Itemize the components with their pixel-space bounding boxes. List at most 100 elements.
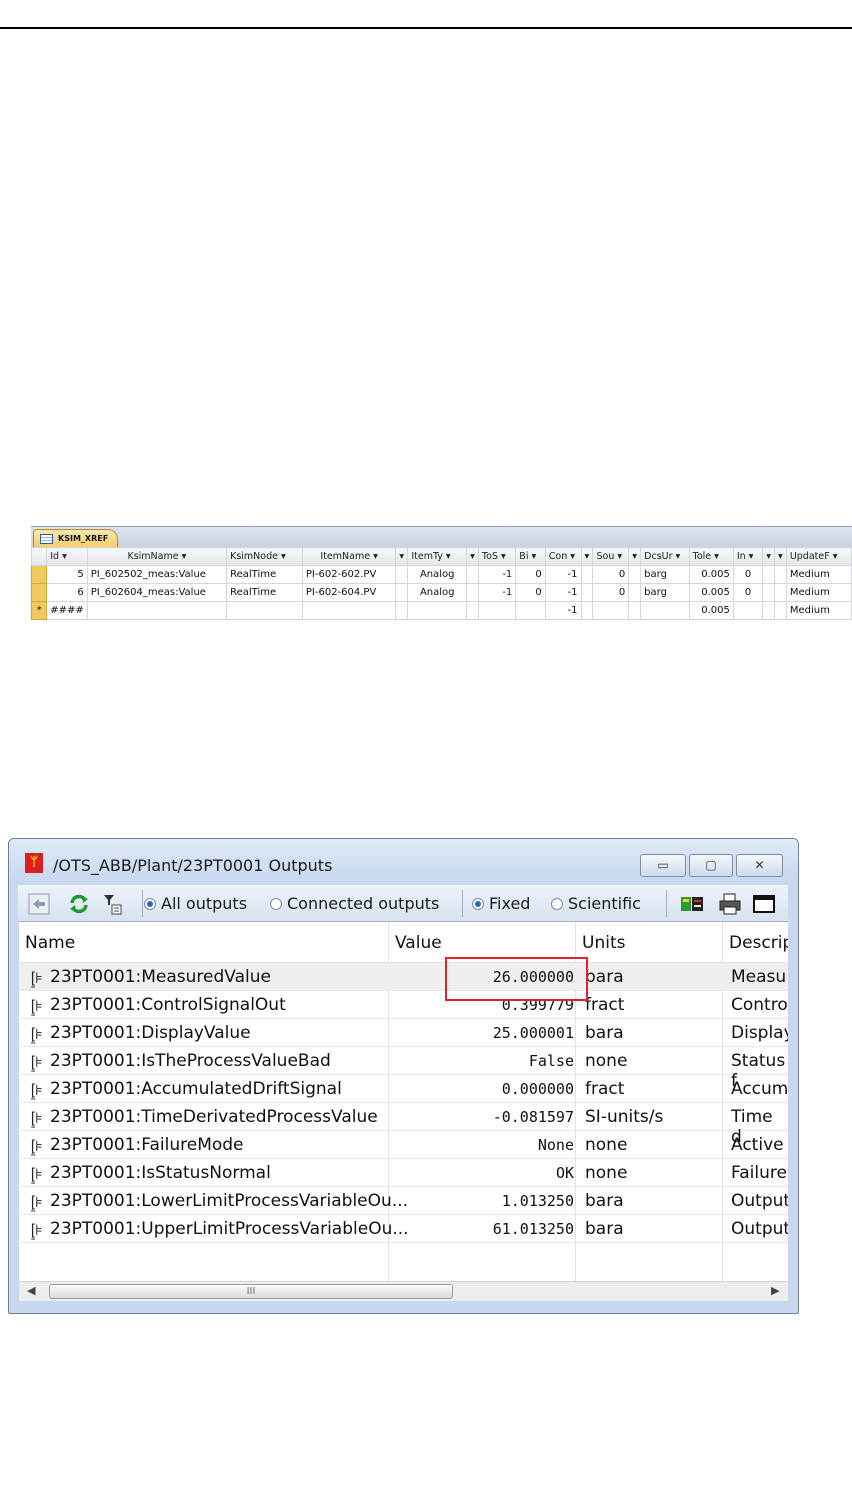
column-header[interactable]: KsimNode ▾ <box>226 547 303 566</box>
column-header[interactable]: ▾ <box>762 547 776 566</box>
row-selector[interactable] <box>30 583 48 602</box>
horizontal-scrollbar[interactable]: ◀ III ▶ <box>19 1281 788 1301</box>
output-row[interactable]: ⦋⊧ 23PT0001:IsTheProcessValueBad False none… <box>19 1047 788 1091</box>
table-cell[interactable]: Medium <box>785 583 852 602</box>
table-cell[interactable]: -1 <box>544 583 582 602</box>
table-cell[interactable]: barg <box>640 565 690 584</box>
table-cell[interactable] <box>395 565 409 584</box>
table-cell[interactable]: PI-602-604.PV <box>301 583 397 602</box>
output-row[interactable]: ⦋⊧ 23PT0001:UpperLimitProcessVariableOu..… <box>19 1215 788 1243</box>
output-row[interactable]: ⦋⊧ 23PT0001:DisplayValue 25.000001 bara Disp… <box>19 1019 788 1047</box>
column-header[interactable]: ▾ <box>774 547 787 566</box>
table-cell[interactable]: RealTime <box>226 565 303 584</box>
tab-ksim-xref[interactable]: KSIM_XREF <box>33 529 118 547</box>
column-header[interactable]: ItemTy ▾ <box>407 547 468 566</box>
table-cell[interactable] <box>762 565 776 584</box>
table-cell[interactable]: 0 <box>592 565 630 584</box>
output-row[interactable]: ⦋⊧ 23PT0001:AccumulatedDriftSignal 0.00000… <box>19 1075 788 1103</box>
new-record-marker[interactable]: * <box>30 601 48 620</box>
output-row[interactable]: ⦋⊧ 23PT0001:ControlSignalOut 0.399779 fract… <box>19 991 788 1019</box>
column-header-name[interactable]: Name <box>25 933 75 953</box>
window-titlebar[interactable]: ᛘ /OTS_ABB/Plant/23PT0001 Outputs ▭ ▢ ✕ <box>9 839 798 885</box>
table-cell[interactable]: -1 <box>544 565 582 584</box>
maximize-button[interactable]: ▢ <box>689 854 733 877</box>
export-button[interactable] <box>680 885 706 922</box>
column-header-value[interactable]: Value <box>395 933 442 953</box>
output-row[interactable]: ⦋⊧ 23PT0001:LowerLimitProcessVariableOu..… <box>19 1187 788 1215</box>
table-cell[interactable]: Analog <box>407 583 468 602</box>
close-button[interactable]: ✕ <box>736 854 783 877</box>
table-cell[interactable] <box>762 601 776 620</box>
table-cell[interactable] <box>640 601 690 620</box>
table-cell[interactable] <box>580 565 594 584</box>
scrollbar-thumb[interactable]: III <box>49 1284 453 1299</box>
minimize-button[interactable]: ▭ <box>640 854 686 877</box>
column-header[interactable]: Id ▾ <box>46 547 88 566</box>
column-header[interactable]: Tole ▾ <box>688 547 734 566</box>
output-row[interactable]: ⦋⊧ 23PT0001:FailureMode None none Active <box>19 1131 788 1159</box>
output-row[interactable]: ⦋⊧ 23PT0001:TimeDerivatedProcessValue -0.0… <box>19 1103 788 1147</box>
window-view-button[interactable] <box>753 885 779 922</box>
column-header-description[interactable]: Descrip <box>729 933 788 953</box>
column-header[interactable]: KsimName ▾ <box>86 547 228 566</box>
table-cell[interactable]: 0.005 <box>688 565 734 584</box>
table-cell[interactable] <box>580 601 594 620</box>
table-cell[interactable] <box>477 601 517 620</box>
table-cell[interactable]: -1 <box>544 601 582 620</box>
table-cell[interactable] <box>580 583 594 602</box>
scroll-right-arrow-icon[interactable]: ▶ <box>771 1284 779 1297</box>
table-cell[interactable] <box>628 601 642 620</box>
table-cell[interactable]: Medium <box>785 565 852 584</box>
table-cell[interactable]: -1 <box>477 583 517 602</box>
table-cell[interactable] <box>628 583 642 602</box>
table-cell[interactable] <box>774 583 787 602</box>
table-cell[interactable] <box>515 601 546 620</box>
print-button[interactable] <box>718 885 744 922</box>
select-all-cell[interactable] <box>30 547 48 566</box>
column-header[interactable]: In ▾ <box>732 547 764 566</box>
table-cell[interactable] <box>774 565 787 584</box>
column-header[interactable]: Con ▾ <box>544 547 582 566</box>
table-cell[interactable] <box>466 601 479 620</box>
table-cell[interactable] <box>226 601 303 620</box>
back-button[interactable] <box>28 885 52 922</box>
column-header[interactable]: ToS ▾ <box>477 547 517 566</box>
column-header[interactable]: UpdateF ▾ <box>785 547 852 566</box>
column-header[interactable]: ItemName ▾ <box>301 547 397 566</box>
table-cell[interactable] <box>466 565 479 584</box>
all-outputs-radio[interactable]: All outputs <box>144 885 247 922</box>
table-cell[interactable]: 0.005 <box>688 601 734 620</box>
table-cell[interactable] <box>395 601 409 620</box>
table-cell[interactable] <box>628 565 642 584</box>
table-cell[interactable]: 0.005 <box>688 583 734 602</box>
column-header[interactable]: ▾ <box>466 547 479 566</box>
table-cell[interactable] <box>301 601 397 620</box>
table-cell[interactable]: 0 <box>515 583 546 602</box>
column-header[interactable]: ▾ <box>628 547 642 566</box>
table-cell[interactable] <box>774 601 787 620</box>
table-cell[interactable]: -1 <box>477 565 517 584</box>
column-header[interactable]: ▾ <box>395 547 409 566</box>
column-header[interactable]: ▾ <box>580 547 594 566</box>
table-cell[interactable]: barg <box>640 583 690 602</box>
table-cell[interactable] <box>407 601 468 620</box>
column-header[interactable]: Sou ▾ <box>592 547 630 566</box>
scroll-left-arrow-icon[interactable]: ◀ <box>27 1284 35 1297</box>
connected-outputs-radio[interactable]: Connected outputs <box>270 885 439 922</box>
column-header-units[interactable]: Units <box>582 933 625 953</box>
table-cell[interactable]: 0 <box>592 583 630 602</box>
table-cell[interactable] <box>395 583 409 602</box>
table-cell[interactable]: #### <box>46 601 88 620</box>
column-header[interactable]: Bi ▾ <box>515 547 546 566</box>
table-cell[interactable]: PI-602-602.PV <box>301 565 397 584</box>
row-selector[interactable] <box>30 565 48 584</box>
refresh-button[interactable] <box>68 885 92 922</box>
table-cell[interactable]: 0 <box>732 583 764 602</box>
table-cell[interactable] <box>732 601 764 620</box>
table-cell[interactable]: 0 <box>515 565 546 584</box>
output-row[interactable]: ⦋⊧ 23PT0001:MeasuredValue 26.000000 bara Mea… <box>19 963 788 991</box>
scientific-radio[interactable]: Scientific <box>551 885 641 922</box>
table-cell[interactable]: PI_602502_meas:Value <box>86 565 228 584</box>
table-cell[interactable]: 5 <box>46 565 88 584</box>
filter-button[interactable] <box>103 885 125 922</box>
